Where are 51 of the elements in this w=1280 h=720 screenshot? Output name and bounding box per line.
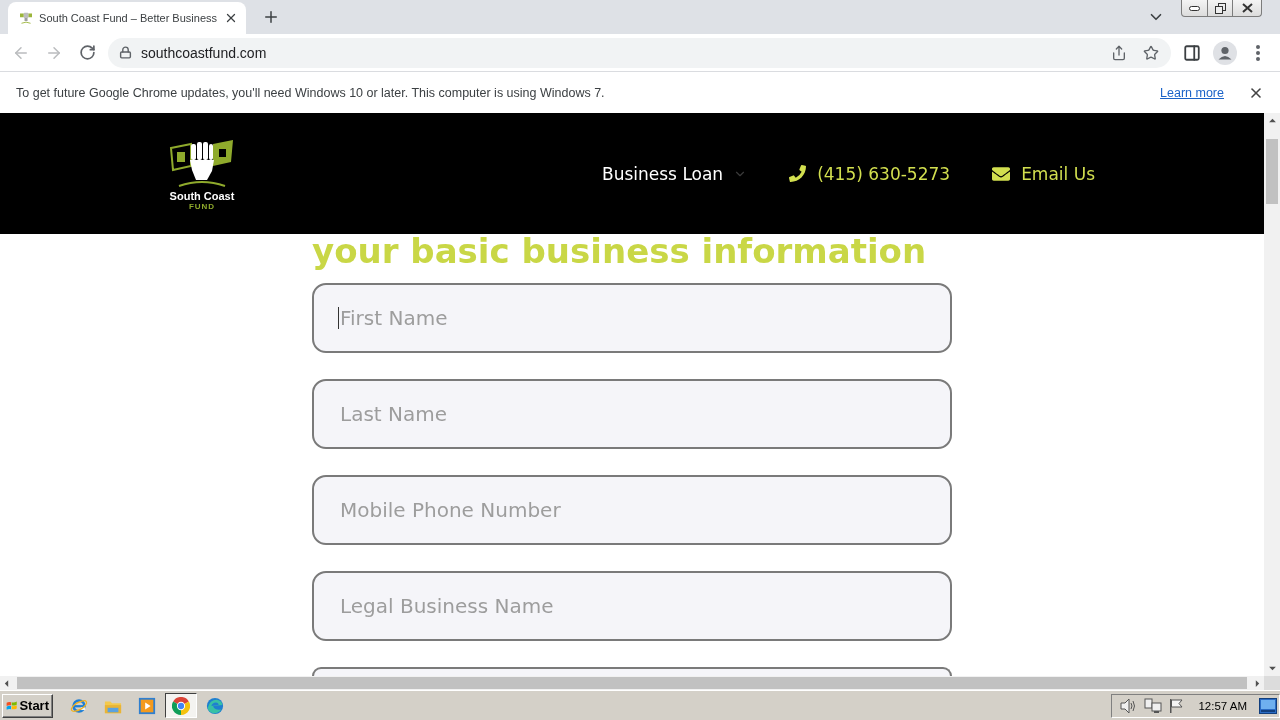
infobar-message: To get future Google Chrome updates, you'll need Windows 10 or later. This computer is using Windows 7.: [16, 85, 605, 100]
new-tab-icon[interactable]: [262, 8, 280, 26]
browser-e-icon: [70, 696, 88, 715]
text-input-field[interactable]: Legal Business Name: [312, 571, 952, 641]
bookmark-star-icon[interactable]: [1143, 44, 1159, 61]
mail-icon: [992, 164, 1011, 183]
profile-button[interactable]: [1211, 38, 1239, 67]
scroll-up-arrow-icon[interactable]: [1267, 118, 1277, 123]
text-input-field[interactable]: Mobile Phone Number: [312, 475, 952, 545]
vertical-scrollbar[interactable]: [1264, 113, 1280, 676]
scrollbar-thumb[interactable]: [1266, 139, 1278, 204]
phone-icon: [789, 165, 807, 182]
reload-icon: [78, 44, 96, 61]
menu-icon: [1256, 44, 1260, 61]
horizontal-scrollbar[interactable]: [0, 676, 1280, 690]
email-link[interactable]: Email Us: [992, 163, 1095, 184]
taskbar-app-button[interactable]: [165, 693, 197, 718]
browser-tab[interactable]: South Coast Fund – Better Business: [8, 2, 246, 34]
avatar-icon: [1213, 40, 1237, 65]
logo-text: South Coast: [169, 190, 235, 202]
share-icon[interactable]: [1111, 44, 1127, 61]
learn-more-link[interactable]: Learn more: [1160, 85, 1224, 100]
side-panel-icon: [1183, 43, 1201, 62]
restore-icon: [1214, 2, 1226, 14]
fist-logo-icon[interactable]: [169, 138, 235, 188]
scroll-left-arrow-icon[interactable]: [4, 678, 9, 688]
nav-link[interactable]: Business Loan: [602, 163, 748, 184]
minimize-icon: [1189, 5, 1200, 11]
form-heading: your basic business information: [312, 234, 928, 268]
text-input-field[interactable]: First Name: [312, 283, 952, 353]
address-bar[interactable]: southcoastfund.com: [108, 37, 1171, 68]
phone-link[interactable]: (415) 630-5273: [789, 163, 951, 184]
lock-icon: [119, 46, 132, 59]
network-icon[interactable]: [1144, 697, 1163, 714]
scrollbar-thumb[interactable]: [17, 677, 1247, 689]
scroll-right-arrow-icon[interactable]: [1255, 678, 1260, 688]
favicon-icon: [20, 10, 33, 26]
close-icon[interactable]: [224, 11, 238, 25]
media-player-icon: [138, 696, 156, 715]
flag-icon[interactable]: [1168, 697, 1185, 714]
logo-tagline: FUND: [188, 202, 216, 211]
start-button[interactable]: Start: [2, 693, 53, 718]
clock: 12:57 AM: [1198, 699, 1247, 712]
scrollbar-corner: [1264, 676, 1280, 690]
text-input-field[interactable]: [312, 667, 952, 676]
show-desktop-icon[interactable]: [1259, 697, 1277, 714]
text-input-field[interactable]: Last Name: [312, 379, 952, 449]
edge-icon: [206, 696, 224, 715]
chrome-icon: [172, 696, 190, 715]
close-icon: [1241, 3, 1253, 13]
scroll-down-arrow-icon[interactable]: [1267, 666, 1277, 671]
